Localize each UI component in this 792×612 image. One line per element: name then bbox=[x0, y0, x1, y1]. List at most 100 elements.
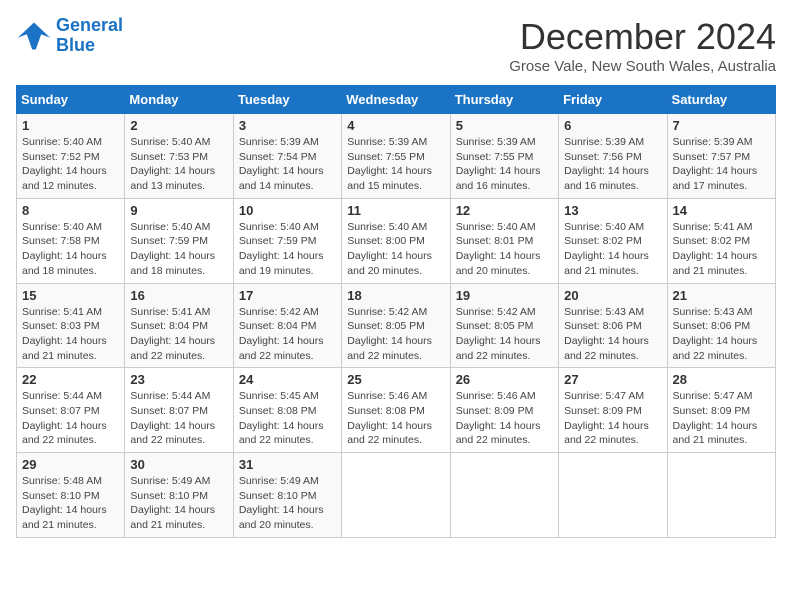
day-number: 9 bbox=[130, 203, 227, 218]
day-info: Sunrise: 5:40 AMSunset: 7:58 PMDaylight:… bbox=[22, 220, 119, 279]
day-info: Sunrise: 5:41 AMSunset: 8:04 PMDaylight:… bbox=[130, 305, 227, 364]
calendar-week-5: 29 Sunrise: 5:48 AMSunset: 8:10 PMDayligh… bbox=[17, 453, 776, 538]
day-info: Sunrise: 5:44 AMSunset: 8:07 PMDaylight:… bbox=[130, 389, 227, 448]
day-number: 20 bbox=[564, 288, 661, 303]
day-info: Sunrise: 5:43 AMSunset: 8:06 PMDaylight:… bbox=[564, 305, 661, 364]
day-number: 31 bbox=[239, 457, 336, 472]
logo: General Blue bbox=[16, 16, 123, 56]
day-number: 17 bbox=[239, 288, 336, 303]
header: General Blue December 2024 Grose Vale, N… bbox=[16, 16, 776, 75]
calendar-cell: 27Sunrise: 5:47 AMSunset: 8:09 PMDayligh… bbox=[559, 368, 667, 453]
calendar-header-row: SundayMondayTuesdayWednesdayThursdayFrid… bbox=[17, 86, 776, 114]
logo-icon bbox=[16, 18, 52, 54]
calendar-cell: 20 Sunrise: 5:43 AMSunset: 8:06 PMDayligh… bbox=[559, 283, 667, 368]
day-info: Sunrise: 5:40 AMSunset: 8:01 PMDaylight:… bbox=[456, 220, 553, 279]
calendar-cell bbox=[559, 453, 667, 538]
calendar-week-2: 8 Sunrise: 5:40 AMSunset: 7:58 PMDaylight… bbox=[17, 198, 776, 283]
calendar-cell: 21 Sunrise: 5:43 AMSunset: 8:06 PMDayligh… bbox=[667, 283, 775, 368]
day-number: 11 bbox=[347, 203, 444, 218]
day-info: Sunrise: 5:45 AMSunset: 8:08 PMDaylight:… bbox=[239, 389, 336, 448]
calendar-cell: 1 Sunrise: 5:40 AMSunset: 7:52 PMDaylight… bbox=[17, 114, 125, 199]
day-number: 18 bbox=[347, 288, 444, 303]
day-number: 23 bbox=[130, 372, 227, 387]
calendar-cell bbox=[450, 453, 558, 538]
calendar-cell: 8 Sunrise: 5:40 AMSunset: 7:58 PMDaylight… bbox=[17, 198, 125, 283]
day-info: Sunrise: 5:47 AMSunset: 8:09 PMDaylight:… bbox=[673, 389, 770, 448]
calendar-cell: 7 Sunrise: 5:39 AMSunset: 7:57 PMDaylight… bbox=[667, 114, 775, 199]
day-info: Sunrise: 5:40 AMSunset: 8:02 PMDaylight:… bbox=[564, 220, 661, 279]
day-number: 15 bbox=[22, 288, 119, 303]
day-number: 8 bbox=[22, 203, 119, 218]
calendar-cell: 29 Sunrise: 5:48 AMSunset: 8:10 PMDayligh… bbox=[17, 453, 125, 538]
calendar-cell: 18Sunrise: 5:42 AMSunset: 8:05 PMDayligh… bbox=[342, 283, 450, 368]
day-number: 10 bbox=[239, 203, 336, 218]
calendar-cell: 12Sunrise: 5:40 AMSunset: 8:01 PMDayligh… bbox=[450, 198, 558, 283]
calendar-cell: 19Sunrise: 5:42 AMSunset: 8:05 PMDayligh… bbox=[450, 283, 558, 368]
day-info: Sunrise: 5:39 AMSunset: 7:54 PMDaylight:… bbox=[239, 135, 336, 194]
calendar-cell: 30Sunrise: 5:49 AMSunset: 8:10 PMDayligh… bbox=[125, 453, 233, 538]
day-number: 30 bbox=[130, 457, 227, 472]
calendar-table: SundayMondayTuesdayWednesdayThursdayFrid… bbox=[16, 85, 776, 538]
day-number: 26 bbox=[456, 372, 553, 387]
day-info: Sunrise: 5:41 AMSunset: 8:02 PMDaylight:… bbox=[673, 220, 770, 279]
day-number: 21 bbox=[673, 288, 770, 303]
calendar-week-1: 1 Sunrise: 5:40 AMSunset: 7:52 PMDaylight… bbox=[17, 114, 776, 199]
day-info: Sunrise: 5:47 AMSunset: 8:09 PMDaylight:… bbox=[564, 389, 661, 448]
title-section: December 2024 Grose Vale, New South Wale… bbox=[509, 16, 776, 75]
day-info: Sunrise: 5:40 AMSunset: 7:52 PMDaylight:… bbox=[22, 135, 119, 194]
day-info: Sunrise: 5:43 AMSunset: 8:06 PMDaylight:… bbox=[673, 305, 770, 364]
calendar-cell: 28 Sunrise: 5:47 AMSunset: 8:09 PMDayligh… bbox=[667, 368, 775, 453]
day-number: 22 bbox=[22, 372, 119, 387]
calendar-cell: 3Sunrise: 5:39 AMSunset: 7:54 PMDaylight… bbox=[233, 114, 341, 199]
day-info: Sunrise: 5:39 AMSunset: 7:57 PMDaylight:… bbox=[673, 135, 770, 194]
calendar-cell: 25 Sunrise: 5:46 AMSunset: 8:08 PMDayligh… bbox=[342, 368, 450, 453]
day-number: 6 bbox=[564, 118, 661, 133]
day-header-tuesday: Tuesday bbox=[233, 86, 341, 114]
calendar-week-4: 22 Sunrise: 5:44 AMSunset: 8:07 PMDayligh… bbox=[17, 368, 776, 453]
day-info: Sunrise: 5:42 AMSunset: 8:04 PMDaylight:… bbox=[239, 305, 336, 364]
logo-line1: General bbox=[56, 15, 123, 35]
location-subtitle: Grose Vale, New South Wales, Australia bbox=[509, 58, 776, 75]
day-info: Sunrise: 5:48 AMSunset: 8:10 PMDaylight:… bbox=[22, 474, 119, 533]
day-header-thursday: Thursday bbox=[450, 86, 558, 114]
day-info: Sunrise: 5:40 AMSunset: 7:59 PMDaylight:… bbox=[239, 220, 336, 279]
calendar-cell: 22Sunrise: 5:44 AMSunset: 8:07 PMDayligh… bbox=[17, 368, 125, 453]
day-number: 25 bbox=[347, 372, 444, 387]
calendar-cell: 9 Sunrise: 5:40 AMSunset: 7:59 PMDaylight… bbox=[125, 198, 233, 283]
day-number: 4 bbox=[347, 118, 444, 133]
day-info: Sunrise: 5:46 AMSunset: 8:08 PMDaylight:… bbox=[347, 389, 444, 448]
calendar-cell: 5Sunrise: 5:39 AMSunset: 7:55 PMDaylight… bbox=[450, 114, 558, 199]
calendar-cell: 26 Sunrise: 5:46 AMSunset: 8:09 PMDayligh… bbox=[450, 368, 558, 453]
calendar-cell: 13Sunrise: 5:40 AMSunset: 8:02 PMDayligh… bbox=[559, 198, 667, 283]
day-number: 28 bbox=[673, 372, 770, 387]
calendar-cell: 14 Sunrise: 5:41 AMSunset: 8:02 PMDayligh… bbox=[667, 198, 775, 283]
day-info: Sunrise: 5:40 AMSunset: 7:59 PMDaylight:… bbox=[130, 220, 227, 279]
day-header-friday: Friday bbox=[559, 86, 667, 114]
day-header-monday: Monday bbox=[125, 86, 233, 114]
day-info: Sunrise: 5:42 AMSunset: 8:05 PMDaylight:… bbox=[456, 305, 553, 364]
calendar-cell: 11Sunrise: 5:40 AMSunset: 8:00 PMDayligh… bbox=[342, 198, 450, 283]
day-number: 29 bbox=[22, 457, 119, 472]
day-number: 24 bbox=[239, 372, 336, 387]
day-info: Sunrise: 5:41 AMSunset: 8:03 PMDaylight:… bbox=[22, 305, 119, 364]
calendar-cell: 31Sunrise: 5:49 AMSunset: 8:10 PMDayligh… bbox=[233, 453, 341, 538]
month-title: December 2024 bbox=[509, 16, 776, 58]
calendar-cell: 23 Sunrise: 5:44 AMSunset: 8:07 PMDayligh… bbox=[125, 368, 233, 453]
day-info: Sunrise: 5:40 AMSunset: 7:53 PMDaylight:… bbox=[130, 135, 227, 194]
day-number: 1 bbox=[22, 118, 119, 133]
calendar-cell: 24 Sunrise: 5:45 AMSunset: 8:08 PMDayligh… bbox=[233, 368, 341, 453]
calendar-cell: 4Sunrise: 5:39 AMSunset: 7:55 PMDaylight… bbox=[342, 114, 450, 199]
calendar-cell: 17 Sunrise: 5:42 AMSunset: 8:04 PMDayligh… bbox=[233, 283, 341, 368]
day-number: 7 bbox=[673, 118, 770, 133]
day-info: Sunrise: 5:39 AMSunset: 7:55 PMDaylight:… bbox=[456, 135, 553, 194]
calendar-week-3: 15 Sunrise: 5:41 AMSunset: 8:03 PMDayligh… bbox=[17, 283, 776, 368]
calendar-cell bbox=[342, 453, 450, 538]
calendar-cell: 15 Sunrise: 5:41 AMSunset: 8:03 PMDayligh… bbox=[17, 283, 125, 368]
calendar-cell: 10 Sunrise: 5:40 AMSunset: 7:59 PMDayligh… bbox=[233, 198, 341, 283]
day-info: Sunrise: 5:46 AMSunset: 8:09 PMDaylight:… bbox=[456, 389, 553, 448]
calendar-cell: 2 Sunrise: 5:40 AMSunset: 7:53 PMDaylight… bbox=[125, 114, 233, 199]
calendar-cell: 6Sunrise: 5:39 AMSunset: 7:56 PMDaylight… bbox=[559, 114, 667, 199]
day-number: 14 bbox=[673, 203, 770, 218]
day-number: 2 bbox=[130, 118, 227, 133]
day-header-wednesday: Wednesday bbox=[342, 86, 450, 114]
